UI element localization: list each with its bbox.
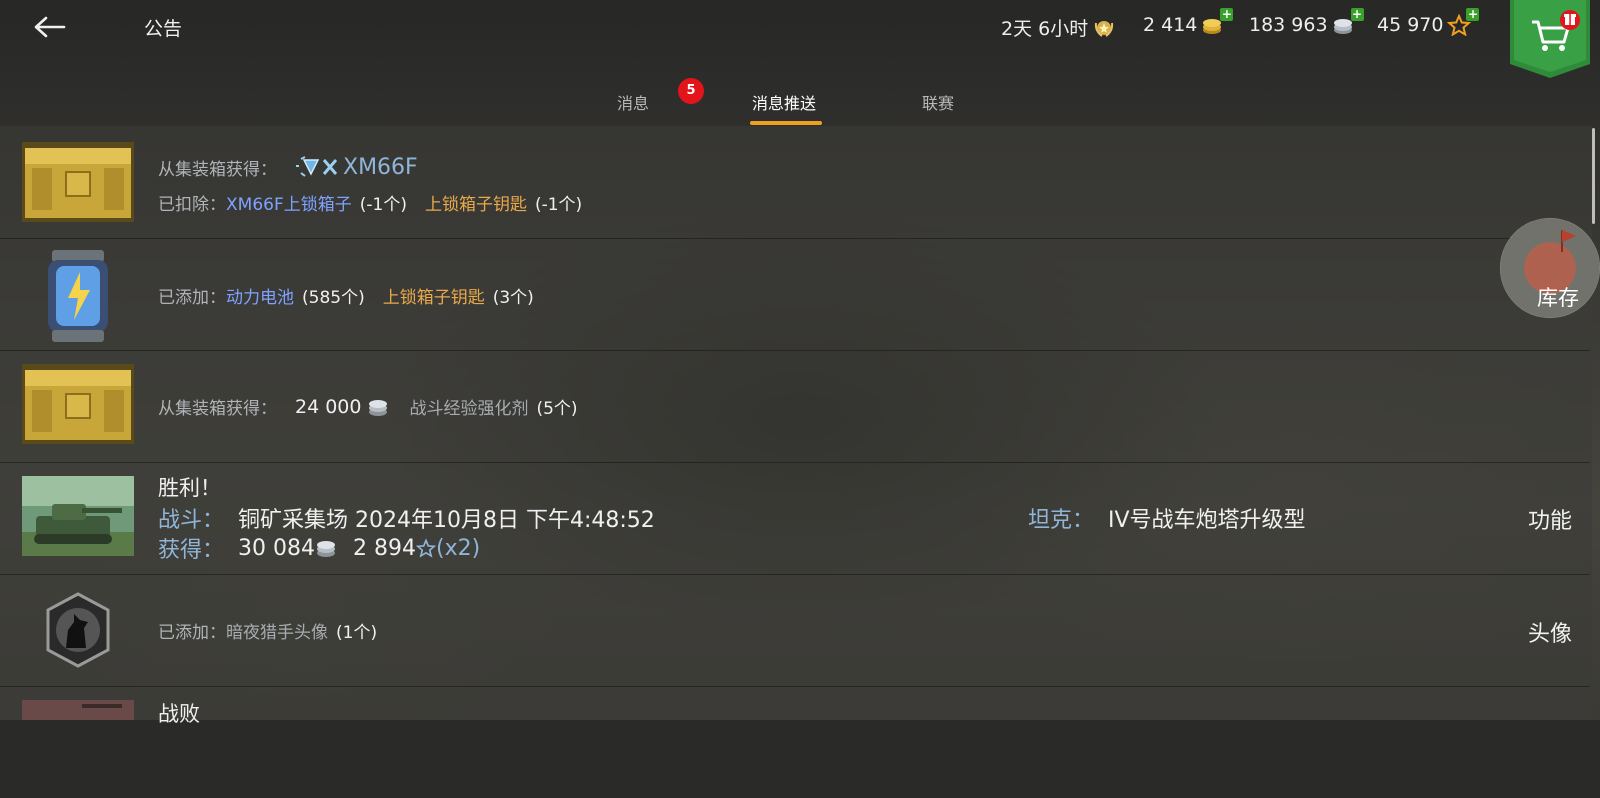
message-label: 从集装箱获得：: [158, 155, 277, 180]
battle-info: 战斗： 铜矿采集场 2024年10月8日 下午4:48:52: [158, 502, 655, 534]
item-quantity: (585个): [302, 283, 365, 308]
earned-label: 获得：: [158, 532, 224, 564]
message-list[interactable]: 从集装箱获得： XM66F 已扣除： XM66F上锁箱子 (-1个) 上锁箱子钥…: [0, 126, 1592, 720]
tank-info: 坦克： IV号战车炮塔升级型: [1028, 502, 1306, 534]
message-line: 已添加： 动力电池 (585个) 上锁箱子钥匙 (3个): [158, 283, 534, 308]
top-bar: 公告 2天 6小时 2 414 + 183 963: [0, 0, 1600, 56]
item-name[interactable]: 上锁箱子钥匙: [383, 283, 485, 308]
xp-multiplier: (x2): [436, 536, 480, 561]
battery-icon: [46, 248, 110, 344]
tab-push-messages[interactable]: 消息推送: [752, 90, 816, 114]
list-item[interactable]: 已添加： 动力电池 (585个) 上锁箱子钥匙 (3个): [0, 238, 1590, 351]
item-name[interactable]: XM66F上锁箱子: [226, 190, 352, 215]
free-xp-counter[interactable]: 45 970 +: [1377, 14, 1471, 36]
earned-xp: 2 894: [353, 536, 416, 561]
silver-coins-icon: [315, 538, 337, 558]
arrow-left-icon: [34, 16, 66, 38]
add-xp-icon[interactable]: +: [1466, 8, 1479, 21]
tab-bar: 消息 消息推送 联赛: [0, 80, 1600, 126]
page-title: 公告: [144, 14, 182, 41]
list-item[interactable]: 从集装箱获得： 24 000 战斗经验强化剂 (5个): [0, 350, 1590, 463]
gold-container-icon: [22, 142, 134, 222]
free-xp-amount: 45 970: [1377, 14, 1443, 36]
unread-badge: 5: [678, 78, 704, 104]
silver-counter[interactable]: 183 963 +: [1249, 14, 1356, 36]
item-name[interactable]: 上锁箱子钥匙: [425, 190, 527, 215]
tab-league[interactable]: 联赛: [922, 90, 954, 114]
star-icon: +: [1447, 14, 1471, 36]
list-item[interactable]: 已添加： 暗夜猎手头像 (1个) 头像: [0, 574, 1590, 687]
add-gold-icon[interactable]: +: [1220, 8, 1233, 21]
function-button[interactable]: 功能: [1528, 503, 1572, 535]
gold-amount: 2 414: [1143, 14, 1197, 36]
premium-timer-text: 2天 6小时: [1001, 14, 1088, 41]
scrollbar[interactable]: [1592, 128, 1595, 224]
item-name[interactable]: 战斗经验强化剂: [409, 394, 528, 419]
back-button[interactable]: [30, 10, 70, 44]
battle-details: 铜矿采集场 2024年10月8日 下午4:48:52: [238, 502, 655, 534]
item-name[interactable]: 暗夜猎手头像: [226, 618, 328, 643]
message-label: 已添加：: [158, 283, 226, 308]
message-line-2: 已扣除： XM66F上锁箱子 (-1个) 上锁箱子钥匙 (-1个): [158, 190, 582, 215]
star-icon: [416, 538, 436, 558]
tank-thumbnail: [22, 476, 134, 556]
message-line: 已添加： 暗夜猎手头像 (1个): [158, 618, 377, 643]
gold-counter[interactable]: 2 414 +: [1143, 14, 1225, 36]
tank-name: IV号战车炮塔升级型: [1108, 502, 1306, 534]
message-line: 从集装箱获得： 24 000 战斗经验强化剂 (5个): [158, 394, 578, 419]
earned-silver: 30 084: [238, 536, 315, 561]
gold-container-icon: [22, 364, 134, 444]
tank-thumbnail: [22, 700, 134, 720]
vehicle-name[interactable]: XM66F: [343, 155, 418, 180]
inventory-label[interactable]: 库存: [1537, 282, 1579, 312]
battle-label: 战斗：: [158, 502, 224, 534]
add-silver-icon[interactable]: +: [1351, 8, 1364, 21]
list-item[interactable]: 胜利！ 战斗： 铜矿采集场 2024年10月8日 下午4:48:52 获得： 3…: [0, 462, 1590, 575]
item-name[interactable]: 动力电池: [226, 283, 294, 308]
active-tab-indicator: [750, 121, 822, 125]
tab-messages[interactable]: 消息: [617, 90, 649, 114]
item-quantity: (-1个): [535, 190, 582, 215]
premium-timer[interactable]: 2天 6小时: [1001, 14, 1116, 41]
item-quantity: (5个): [536, 394, 577, 419]
silver-reward: 24 000: [295, 396, 361, 418]
silver-coins-icon: +: [1332, 14, 1356, 36]
tank-label: 坦克：: [1028, 502, 1094, 534]
battle-earnings: 获得： 30 084 2 894 (x2): [158, 532, 480, 564]
shop-button[interactable]: [1510, 0, 1590, 78]
battle-result-title: 胜利！: [158, 472, 221, 502]
list-item[interactable]: 战败: [0, 686, 1590, 798]
item-quantity: (3个): [493, 283, 534, 308]
premium-laurel-icon: [1092, 17, 1116, 39]
battle-result-title: 战败: [158, 698, 200, 728]
message-label: 已添加：: [158, 618, 226, 643]
list-item[interactable]: 从集装箱获得： XM66F 已扣除： XM66F上锁箱子 (-1个) 上锁箱子钥…: [0, 126, 1590, 239]
message-line-1: 从集装箱获得： XM66F: [158, 154, 418, 180]
wolf-avatar-icon: [44, 592, 112, 668]
silver-coins-icon: [367, 397, 389, 417]
gold-coins-icon: +: [1201, 14, 1225, 36]
rank-emblem-icon: [295, 154, 339, 180]
item-quantity: (1个): [336, 618, 377, 643]
message-label: 已扣除：: [158, 190, 226, 215]
shopping-cart-icon: [1510, 0, 1590, 78]
avatar-button[interactable]: 头像: [1528, 616, 1572, 648]
message-label: 从集装箱获得：: [158, 394, 277, 419]
item-quantity: (-1个): [360, 190, 407, 215]
silver-amount: 183 963: [1249, 14, 1328, 36]
